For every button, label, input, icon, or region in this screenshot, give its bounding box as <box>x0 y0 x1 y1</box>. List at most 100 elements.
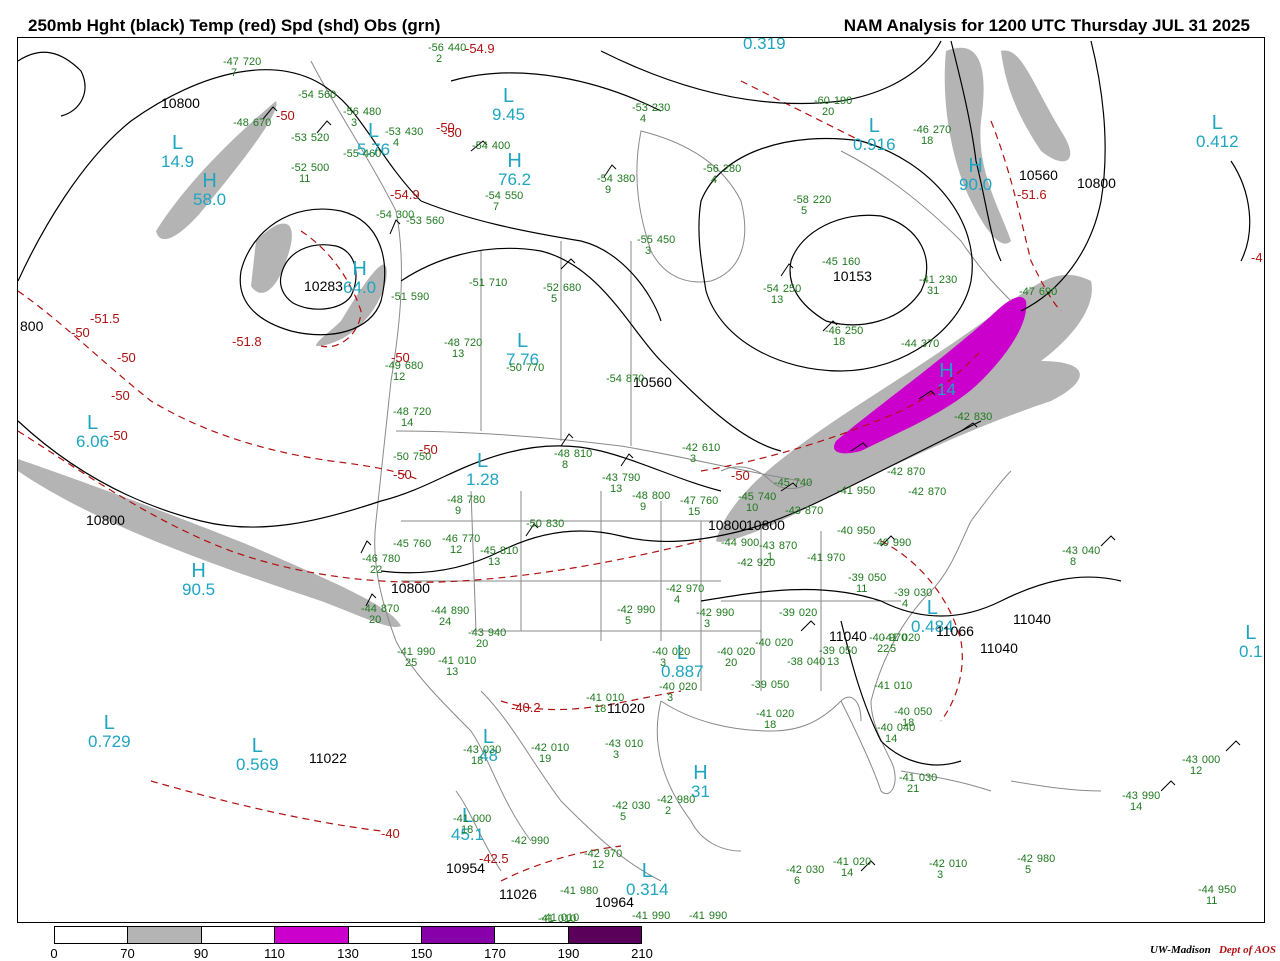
obs-height: 950 <box>856 525 876 537</box>
obs-height: 500 <box>310 162 330 174</box>
obs-height: 010 <box>560 912 580 923</box>
station-obs: -39 020 <box>779 608 817 619</box>
station-obs: -54 550 7 <box>485 191 523 213</box>
jet-atlantic-shade <box>944 47 1011 244</box>
obs-values: -51 590 <box>391 292 429 303</box>
obs-height: 020 <box>798 607 818 619</box>
center-value: 9.45 <box>492 105 526 124</box>
legend-tick-label: 150 <box>410 946 433 961</box>
obs-values: -48 800 <box>632 491 670 502</box>
height-label: 10560 <box>1019 167 1058 183</box>
obs-height: 020 <box>901 632 921 644</box>
center-value: 58.0 <box>193 190 227 209</box>
obs-values: -45 760 <box>393 539 431 550</box>
legend-swatch <box>568 927 641 943</box>
temp-label: -54.9 <box>465 41 495 56</box>
temp-label: -51.6 <box>1017 187 1047 202</box>
obs-values: -42 610 <box>682 443 720 454</box>
obs-temp: -42 <box>737 557 753 569</box>
temp-label: -50 <box>117 350 136 365</box>
obs-values: -47 690 <box>1019 287 1057 298</box>
center-type: L <box>251 735 263 757</box>
obs-height: 000 <box>1201 754 1221 766</box>
obs-values: -39 050 <box>751 680 789 691</box>
obs-height: 740 <box>793 477 813 489</box>
low-center: L 1.28 <box>466 451 499 488</box>
station-obs: -47 760 15 <box>680 496 718 518</box>
obs-height: 440 <box>447 42 467 54</box>
center-value: 6.06 <box>76 432 110 451</box>
station-obs: -54 870 <box>606 374 644 385</box>
station-obs: -58 220 5 <box>793 195 831 217</box>
obs-temp: -42 <box>908 486 924 498</box>
station-obs: -54 400 <box>472 141 510 152</box>
center-type: L <box>1211 112 1223 134</box>
obs-values: -40 020 <box>755 638 793 649</box>
obs-dewpoint-depression: 4 <box>393 137 400 149</box>
obs-values: -42 030 <box>786 865 824 876</box>
station-obs: -41 010 <box>541 913 579 923</box>
obs-height: 020 <box>775 708 795 720</box>
obs-values: -42 830 <box>954 412 992 423</box>
obs-temp: -54 <box>376 209 392 221</box>
station-obs: -44 900 <box>721 538 759 549</box>
obs-dewpoint-depression: 11 <box>856 583 868 595</box>
low-center: L 6.06 <box>76 413 109 450</box>
center-value: 14.9 <box>161 152 195 171</box>
station-obs: -42 980 5 <box>1017 854 1055 876</box>
obs-temp: -42 <box>954 411 970 423</box>
center-value: 0.1 <box>1239 642 1263 661</box>
obs-dewpoint-depression: 5 <box>551 293 558 305</box>
obs-height: 980 <box>676 794 696 806</box>
obs-values: -42 990 <box>617 605 655 616</box>
obs-height: 920 <box>756 557 776 569</box>
obs-values: -53 520 <box>291 133 329 144</box>
station-obs: -42 830 <box>954 412 992 423</box>
obs-dewpoint-depression: 4 <box>711 174 718 186</box>
station-obs: -42 610 3 <box>682 443 720 465</box>
center-value: 14 <box>937 380 956 399</box>
legend-tick-label: 170 <box>484 946 506 961</box>
temp-label: -40 <box>381 826 400 841</box>
obs-values: -54 550 <box>485 191 523 202</box>
obs-height: 190 <box>833 95 853 107</box>
station-obs: -40 950 <box>837 526 875 537</box>
obs-height: 990 <box>715 607 735 619</box>
legend-swatch <box>201 927 276 943</box>
obs-dewpoint-depression: 3 <box>937 869 944 881</box>
high-center: H 58.0 <box>193 171 226 208</box>
obs-temp: -41 <box>874 680 890 692</box>
station-obs: -46 770 12 <box>442 534 480 556</box>
legend-tick-label: 0 <box>50 946 58 961</box>
obs-temp: -54 <box>298 89 314 101</box>
center-type: L <box>103 712 115 734</box>
obs-height: 870 <box>625 373 645 385</box>
hgt-contour-atlantic-c <box>1230 160 1251 262</box>
obs-dewpoint-depression: 18 <box>764 719 777 731</box>
obs-height: 010 <box>948 858 968 870</box>
station-obs: -43 870 <box>785 506 823 517</box>
station-obs: -50 830 <box>526 519 564 530</box>
center-type: L <box>86 412 99 434</box>
obs-dewpoint-depression: 3 <box>660 657 667 669</box>
center-type: L <box>171 132 184 154</box>
obs-height: 020 <box>671 646 691 658</box>
wind-barb <box>1100 535 1116 547</box>
station-obs: -39 030 4 <box>894 588 932 610</box>
obs-dewpoint-depression: 20 <box>822 106 835 118</box>
station-obs: -48 720 13 <box>444 338 482 360</box>
center-value: 90.5 <box>182 580 216 599</box>
station-obs: -41 020 18 <box>756 709 794 731</box>
obs-height: 990 <box>1141 790 1161 802</box>
obs-temp: -44 <box>901 338 917 350</box>
obs-height: 010 <box>605 692 625 704</box>
obs-height: 990 <box>416 646 436 658</box>
obs-dewpoint-depression: 11 <box>1206 895 1218 907</box>
center-value: 76.2 <box>498 170 532 189</box>
obs-temp: -50 <box>393 451 409 463</box>
obs-values: -42 030 <box>612 801 650 812</box>
center-type: H <box>191 560 206 582</box>
height-label: 10800 <box>86 512 125 528</box>
obs-height: 610 <box>701 442 721 454</box>
station-obs: -41 990 <box>632 911 670 922</box>
